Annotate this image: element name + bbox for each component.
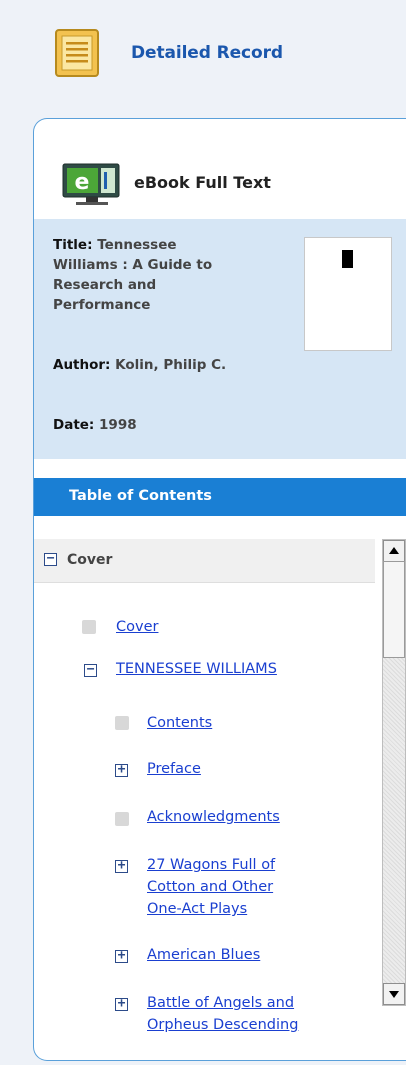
toc-root-cover[interactable]: − Cover xyxy=(34,539,375,583)
title-line-4: Performance xyxy=(53,297,151,313)
table-of-contents-header: Table of Contents xyxy=(34,478,406,516)
collapse-icon[interactable]: − xyxy=(44,552,57,566)
toc-item-27-wagons-line-1: 27 Wagons Full of xyxy=(147,857,276,873)
scroll-down-button[interactable] xyxy=(383,983,405,1005)
detailed-record-label[interactable]: Detailed Record xyxy=(131,43,283,63)
date-label: Date: xyxy=(53,417,95,433)
toc-item-preface[interactable]: Preface xyxy=(147,758,201,780)
title-field: Title: Tennessee Williams : A Guide to R… xyxy=(53,235,212,315)
ebook-full-text-link[interactable]: e xyxy=(62,163,122,207)
scroll-up-button[interactable] xyxy=(383,540,405,562)
toc-item-contents[interactable]: Contents xyxy=(147,712,212,734)
title-line-1: Tennessee xyxy=(97,237,177,253)
toc-scrollbar[interactable] xyxy=(382,539,406,1006)
toc-item-american-blues[interactable]: American Blues xyxy=(147,944,260,966)
ebook-icon: e xyxy=(62,163,120,205)
collapse-icon[interactable]: − xyxy=(84,663,97,677)
expand-icon[interactable]: + xyxy=(115,949,128,963)
toc-header-label: Table of Contents xyxy=(69,488,212,504)
author-label: Author: xyxy=(53,357,111,373)
arrow-up-icon xyxy=(389,547,399,554)
leaf-bullet-icon xyxy=(115,812,129,826)
cover-mark xyxy=(342,250,353,268)
expand-icon[interactable]: + xyxy=(115,763,128,777)
leaf-bullet-icon xyxy=(82,620,96,634)
date-field: Date: 1998 xyxy=(53,415,137,435)
toc-item-cover[interactable]: Cover xyxy=(116,616,158,638)
title-label: Title: xyxy=(53,237,93,253)
title-line-3: Research and xyxy=(53,277,157,293)
record-panel: e eBook Full Text Title: Tennessee Willi… xyxy=(33,118,406,1061)
book-cover-thumbnail[interactable] xyxy=(304,237,392,351)
expand-icon[interactable]: + xyxy=(115,859,128,873)
toc-item-battle-line-2: Orpheus Descending xyxy=(147,1017,299,1033)
detailed-record-link[interactable] xyxy=(53,28,101,80)
toc-item-battle-line-1: Battle of Angels and xyxy=(147,995,295,1011)
author-value: Kolin, Philip C. xyxy=(115,357,227,373)
toc-item-27-wagons-line-3: One-Act Plays xyxy=(147,901,248,917)
svg-text:e: e xyxy=(75,170,90,195)
author-field: Author: Kolin, Philip C. xyxy=(53,355,226,375)
expand-icon[interactable]: + xyxy=(115,997,128,1011)
leaf-bullet-icon xyxy=(115,716,129,730)
ebook-full-text-label[interactable]: eBook Full Text xyxy=(134,173,271,192)
toc-item-27-wagons-line-2: Cotton and Other xyxy=(147,879,274,895)
toc-item-acknowledgments[interactable]: Acknowledgments xyxy=(147,806,280,828)
toc-item-battle-of-angels[interactable]: Battle of Angels and Orpheus Descending xyxy=(147,992,298,1036)
scrollbar-thumb[interactable] xyxy=(383,561,405,658)
toc-item-tennessee-williams[interactable]: TENNESSEE WILLIAMS xyxy=(116,658,277,680)
toc-item-27-wagons[interactable]: 27 Wagons Full of Cotton and Other One-A… xyxy=(147,854,275,920)
date-value: 1998 xyxy=(99,417,137,433)
arrow-down-icon xyxy=(389,991,399,998)
toc-root-label: Cover xyxy=(67,552,113,568)
toc-tree: − Cover Cover − TENNESSEE WILLIAMS Conte… xyxy=(34,516,406,1060)
detailed-record-icon xyxy=(55,29,99,77)
title-line-2: Williams : A Guide to xyxy=(53,257,213,273)
record-metadata: Title: Tennessee Williams : A Guide to R… xyxy=(34,219,406,459)
